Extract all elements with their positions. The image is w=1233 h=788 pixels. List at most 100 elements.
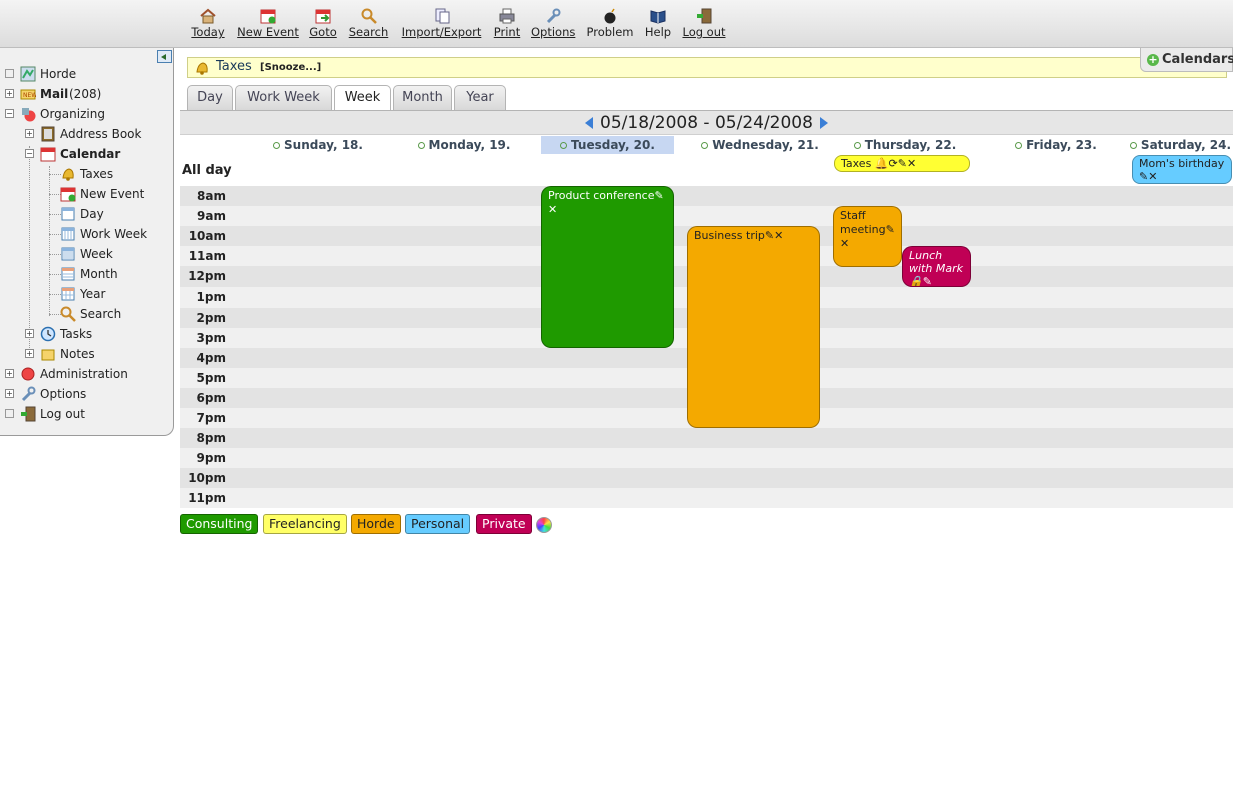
sidebar-item-work-week[interactable]: Work Week [0, 225, 174, 243]
hour-row[interactable]: 8pm [180, 428, 1233, 448]
add-event-dot-icon[interactable] [701, 142, 709, 149]
new-event-icon [60, 187, 76, 202]
edit-icon[interactable]: ✎ [886, 223, 895, 236]
delete-icon[interactable]: ✕ [840, 237, 895, 251]
sidebar-item-new-event[interactable]: New Event [0, 185, 174, 203]
sidebar-item-organizing[interactable]: − Organizing [0, 105, 174, 123]
day-header-tuesday[interactable]: Tuesday, 20. [541, 136, 674, 154]
logout-icon [697, 8, 712, 24]
day-header-sunday[interactable]: Sunday, 18. [250, 136, 386, 154]
sidebar-item-week[interactable]: Week [0, 245, 174, 263]
logout-icon [21, 406, 36, 422]
tasks-clock-icon [40, 326, 56, 342]
administration-icon [21, 367, 35, 381]
alarm-title[interactable]: Taxes [216, 59, 252, 74]
logout-button[interactable]: Log out [682, 8, 726, 39]
tab-year[interactable]: Year [454, 85, 506, 110]
problem-button[interactable]: Problem [585, 8, 635, 39]
sidebar-item-logout[interactable]: Log out [0, 405, 174, 423]
today-button[interactable]: Today [190, 8, 226, 39]
sidebar-item-year[interactable]: Year [0, 285, 174, 303]
day-header-wednesday[interactable]: Wednesday, 21. [688, 136, 832, 154]
hour-row[interactable]: 11pm [180, 488, 1233, 508]
legend-freelancing[interactable]: Freelancing [263, 514, 347, 534]
svg-text:NEW: NEW [23, 92, 36, 99]
options-button[interactable]: Options [531, 8, 575, 39]
next-week-arrow-icon[interactable] [819, 117, 828, 129]
horde-icon [20, 66, 36, 82]
hour-row[interactable]: 8am [180, 186, 1233, 206]
add-event-dot-icon[interactable] [853, 142, 861, 149]
day-header-monday[interactable]: Monday, 19. [396, 136, 532, 154]
sidebar-item-notes[interactable]: + Notes [0, 345, 174, 363]
add-event-dot-icon[interactable] [1129, 142, 1137, 149]
sidebar-item-day[interactable]: Day [0, 205, 174, 223]
event-action-icons[interactable]: 🔔⟳✎✕ [875, 157, 916, 170]
book-icon [650, 10, 666, 24]
sidebar-item-administration[interactable]: + Administration [0, 365, 174, 383]
previous-week-arrow-icon[interactable] [585, 117, 594, 129]
print-button[interactable]: Print [493, 8, 521, 39]
delete-icon[interactable]: ✕ [548, 203, 667, 217]
date-range: 05/18/2008 - 05/24/2008 [600, 113, 813, 133]
sidebar-item-address-book[interactable]: + Address Book [0, 125, 174, 143]
event-moms-birthday[interactable]: Mom's birthday ✎✕ [1132, 155, 1232, 184]
calendar-icon [40, 147, 56, 162]
sidebar-item-taxes[interactable]: Taxes [0, 165, 174, 183]
day-header-friday[interactable]: Friday, 23. [992, 136, 1120, 154]
day-view-icon [61, 207, 75, 221]
date-range-header: 05/18/2008 - 05/24/2008 [180, 111, 1233, 135]
tab-work-week[interactable]: Work Week [235, 85, 332, 110]
sidebar-item-options[interactable]: + Options [0, 385, 174, 403]
legend-consulting[interactable]: Consulting [180, 514, 259, 534]
tab-week[interactable]: Week [334, 85, 391, 111]
month-view-icon [61, 267, 75, 281]
search-button[interactable]: Search [348, 8, 389, 39]
year-view-icon [61, 287, 75, 301]
legend-horde[interactable]: Horde [351, 514, 401, 534]
alarm-notification: Taxes [Snooze...] [187, 57, 1227, 78]
lock-edit-icons[interactable]: 🔒✎ [909, 275, 932, 286]
import-export-button[interactable]: Import/Export [400, 8, 483, 39]
sidebar-item-mail[interactable]: + NEW Mail (208) [0, 85, 174, 103]
event-action-icons[interactable]: ✎✕ [765, 229, 783, 242]
sidebar-item-horde[interactable]: Horde [0, 65, 174, 83]
edit-icon[interactable]: ✎ [655, 189, 664, 202]
add-event-dot-icon[interactable] [560, 142, 568, 149]
calendars-toggle[interactable]: + Calendars [1140, 48, 1233, 72]
hour-row[interactable]: 10pm [180, 468, 1233, 488]
event-lunch-with-mark[interactable]: Lunch with Mark 🔒✎ ✕ [902, 246, 971, 287]
new-event-button[interactable]: New Event [237, 8, 299, 39]
week-view-icon [61, 247, 75, 261]
goto-button[interactable]: Goto [309, 8, 337, 39]
add-event-dot-icon[interactable] [273, 142, 281, 149]
sidebar-item-search[interactable]: Search [0, 305, 174, 323]
sidebar-item-calendar[interactable]: − Calendar [0, 145, 174, 163]
bell-icon [196, 62, 208, 75]
collapse-sidebar-button[interactable] [157, 50, 172, 63]
add-event-dot-icon[interactable] [417, 142, 425, 149]
tab-month[interactable]: Month [393, 85, 452, 110]
event-staff-meeting[interactable]: Staff meeting✎ ✕ [833, 206, 902, 267]
day-header-thursday[interactable]: Thursday, 22. [836, 136, 974, 154]
tab-day[interactable]: Day [187, 85, 233, 110]
search-icon [60, 306, 76, 322]
legend-personal[interactable]: Personal [405, 514, 471, 534]
day-header-saturday[interactable]: Saturday, 24. [1128, 136, 1233, 154]
add-event-dot-icon[interactable] [1015, 142, 1023, 149]
event-taxes[interactable]: Taxes 🔔⟳✎✕ [834, 155, 970, 172]
sidebar-item-month[interactable]: Month [0, 265, 174, 283]
new-event-icon [260, 9, 276, 24]
event-business-trip[interactable]: Business trip✎✕ [687, 226, 820, 428]
color-wheel-icon[interactable] [536, 517, 552, 533]
sidebar-item-tasks[interactable]: + Tasks [0, 325, 174, 343]
hour-row[interactable]: 9pm [180, 448, 1233, 468]
event-product-conference[interactable]: Product conference✎ ✕ [541, 186, 674, 348]
event-action-icons[interactable]: ✎✕ [1139, 170, 1157, 183]
hour-row[interactable]: 9am [180, 206, 1233, 226]
help-button[interactable]: Help [644, 8, 672, 39]
snooze-link[interactable]: [Snooze...] [260, 62, 321, 73]
legend-private[interactable]: Private [476, 514, 532, 534]
plus-icon: + [1147, 53, 1159, 66]
organizing-icon [22, 108, 36, 122]
